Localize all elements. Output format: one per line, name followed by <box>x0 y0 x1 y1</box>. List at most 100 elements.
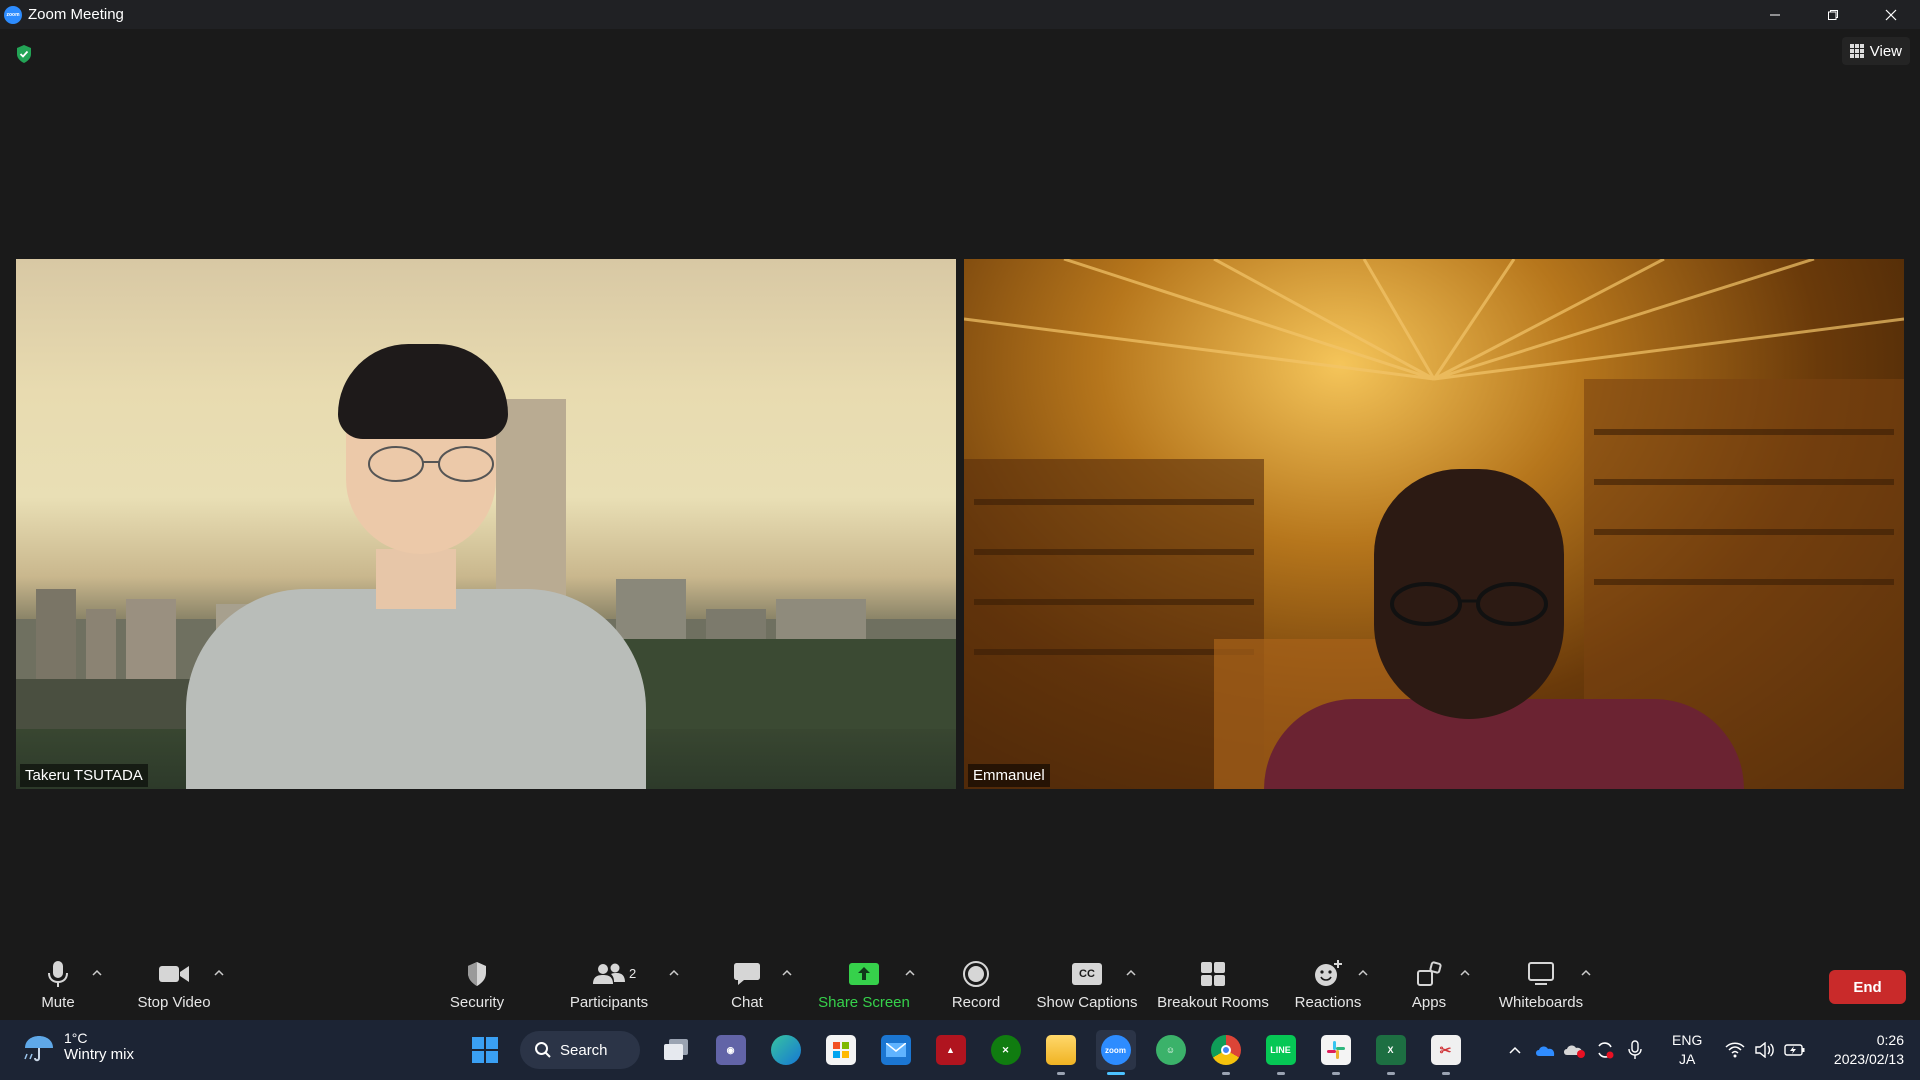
show-hidden-icons-button[interactable] <box>1500 1035 1530 1065</box>
encryption-shield-icon[interactable] <box>14 44 34 64</box>
onedrive-tray[interactable] <box>1530 1035 1560 1065</box>
mail-envelope-icon <box>880 1035 911 1065</box>
participants-options-chevron-up-icon[interactable] <box>668 967 680 979</box>
video-tile-participant-2[interactable]: Emmanuel <box>964 259 1904 789</box>
participants-label: Participants <box>569 994 649 1011</box>
security-button[interactable]: Security <box>440 957 514 1017</box>
clock[interactable]: 0:26 2023/02/13 <box>1834 1031 1904 1069</box>
sync-icon <box>1598 1042 1614 1059</box>
mail-app[interactable] <box>876 1030 916 1070</box>
view-button[interactable]: View <box>1841 37 1910 65</box>
participant-1-glasses <box>368 446 494 482</box>
breakout-rooms-label: Breakout Rooms <box>1157 994 1269 1011</box>
mute-button[interactable]: Mute <box>30 957 86 1017</box>
reactions-label: Reactions <box>1294 994 1362 1011</box>
start-button[interactable] <box>465 1030 505 1070</box>
reactions-button[interactable]: Reactions <box>1294 957 1362 1017</box>
share-screen-button[interactable]: Share Screen <box>818 957 910 1017</box>
stop-video-button[interactable]: Stop Video <box>132 957 216 1017</box>
restore-button[interactable] <box>1804 0 1862 29</box>
reactions-smiley-icon <box>1315 960 1342 986</box>
window-title: Zoom Meeting <box>28 6 124 23</box>
volume-icon <box>1750 1035 1780 1065</box>
snipping-tool-app[interactable]: ✂ <box>1426 1030 1466 1075</box>
onedrive-error-tray[interactable] <box>1560 1035 1590 1065</box>
weather-temperature: 1°C <box>64 1030 88 1046</box>
show-captions-label: Show Captions <box>1036 994 1138 1011</box>
whiteboards-options-chevron-up-icon[interactable] <box>1580 967 1592 979</box>
audio-options-chevron-up-icon[interactable] <box>91 967 103 979</box>
close-button[interactable] <box>1862 0 1920 29</box>
speech-bubble-app-icon: ☺ <box>1155 1035 1186 1065</box>
clock-date: 2023/02/13 <box>1833 1051 1904 1067</box>
chat-button[interactable]: Chat <box>725 957 769 1017</box>
reactions-options-chevron-up-icon[interactable] <box>1357 967 1369 979</box>
folder-icon <box>1045 1035 1076 1065</box>
video-options-chevron-up-icon[interactable] <box>213 967 225 979</box>
apps-icon <box>1417 961 1442 986</box>
microphone-tray[interactable] <box>1620 1035 1650 1065</box>
excel-app[interactable]: X <box>1371 1030 1411 1075</box>
show-captions-button[interactable]: CC Show Captions <box>1035 957 1139 1017</box>
wifi-icon <box>1720 1035 1750 1065</box>
meeting-toolbar: Mute Stop Video Security Participants 2 … <box>0 953 1920 1020</box>
participant-name-tag: Takeru TSUTADA <box>20 764 148 787</box>
chevron-up-icon <box>1509 1046 1521 1054</box>
windows-logo-icon <box>471 1037 498 1063</box>
video-tile-participant-1[interactable]: Takeru TSUTADA <box>16 259 956 789</box>
whiteboards-label: Whiteboards <box>1498 994 1584 1011</box>
chat-options-chevron-up-icon[interactable] <box>781 967 793 979</box>
zoom-icon: zoom <box>1100 1035 1131 1065</box>
minimize-icon <box>1770 14 1780 15</box>
security-label: Security <box>449 994 505 1011</box>
participants-count: 2 <box>629 966 637 981</box>
teams-chat-app[interactable]: ◉ <box>711 1030 751 1070</box>
apps-options-chevron-up-icon[interactable] <box>1459 967 1471 979</box>
teams-chat-icon: ◉ <box>715 1035 746 1065</box>
file-explorer-app[interactable] <box>1041 1030 1081 1075</box>
participant-1-shirt <box>186 589 646 789</box>
chat-bubble-app[interactable]: ☺ <box>1151 1030 1191 1070</box>
microphone-icon <box>48 961 68 987</box>
quick-settings-tray[interactable] <box>1720 1034 1810 1066</box>
clock-time: 0:26 <box>1876 1032 1904 1048</box>
participant-name-tag: Emmanuel <box>968 764 1050 787</box>
record-icon <box>963 961 989 987</box>
line-app[interactable]: LINE <box>1261 1030 1301 1075</box>
breakout-rooms-button[interactable]: Breakout Rooms <box>1156 957 1270 1017</box>
closed-captions-icon: CC <box>1072 963 1102 985</box>
red-app[interactable]: ▲ <box>931 1030 971 1070</box>
taskbar-pinned-apps: Search ◉ ▲ ✕ zoom ☺ LINE X ✂ <box>457 1030 1473 1075</box>
grid-view-icon <box>1849 44 1864 58</box>
end-meeting-button[interactable]: End <box>1829 970 1906 1004</box>
zoom-app[interactable]: zoom <box>1095 1030 1136 1075</box>
record-label: Record <box>951 994 1001 1011</box>
title-bar: zoom Zoom Meeting <box>0 0 1920 29</box>
minimize-button[interactable] <box>1746 0 1804 29</box>
participant-1-hair <box>338 344 508 439</box>
whiteboards-button[interactable]: Whiteboards <box>1496 957 1586 1017</box>
task-view-button[interactable] <box>656 1030 696 1070</box>
chrome-app[interactable] <box>1206 1030 1246 1075</box>
captions-options-chevron-up-icon[interactable] <box>1125 967 1137 979</box>
input-language-indicator[interactable]: ENG JA <box>1672 1031 1702 1069</box>
windows-taskbar: 1°C Wintry mix Search ◉ ▲ ✕ zoom ☺ LINE … <box>0 1020 1920 1080</box>
share-options-chevron-up-icon[interactable] <box>904 967 916 979</box>
cloud-error-icon <box>1564 1045 1585 1058</box>
edge-app[interactable] <box>766 1030 806 1070</box>
system-tray <box>1500 1034 1650 1066</box>
participants-icon <box>593 963 625 984</box>
participants-button[interactable]: Participants <box>566 957 652 1017</box>
onedrive-cloud-icon <box>1536 1046 1555 1056</box>
sync-tray[interactable] <box>1590 1035 1620 1065</box>
breakout-rooms-icon <box>1201 962 1225 986</box>
taskbar-search-button[interactable]: Search <box>520 1031 640 1069</box>
microsoft-store-app[interactable] <box>821 1030 861 1070</box>
apps-button[interactable]: Apps <box>1409 957 1449 1017</box>
record-button[interactable]: Record <box>947 957 1005 1017</box>
mute-label: Mute <box>41 994 75 1011</box>
slack-app[interactable] <box>1316 1030 1356 1075</box>
task-view-icon <box>663 1039 688 1060</box>
xbox-app[interactable]: ✕ <box>986 1030 1026 1070</box>
weather-widget[interactable]: 1°C Wintry mix <box>22 1030 134 1063</box>
